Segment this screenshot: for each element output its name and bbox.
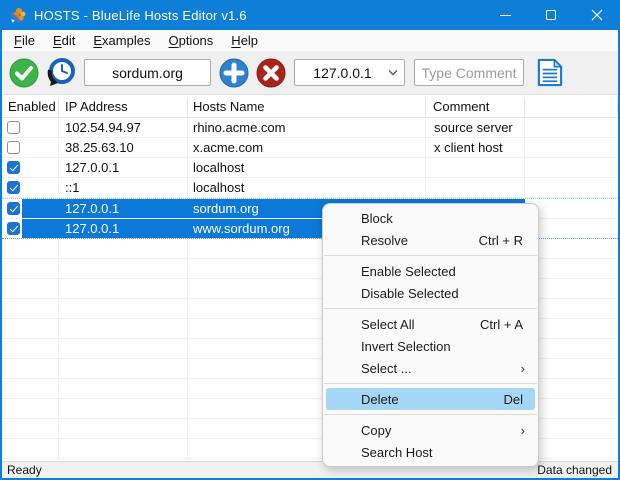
column-header-enabled[interactable]: Enabled [2,98,59,115]
table-header: Enabled IP Address Hosts Name Comment [2,95,618,118]
context-item-block[interactable]: Block [326,207,535,229]
cell-host: localhost [188,158,426,177]
backup-restore-button[interactable] [46,58,76,88]
apply-hosts-button[interactable] [9,58,39,88]
menu-examples[interactable]: Examples [84,31,159,50]
enabled-checkbox[interactable] [7,121,20,134]
context-menu: Block Resolve Ctrl + R Enable Selected D… [322,203,539,467]
cell-ip: 127.0.0.1 [59,158,188,177]
ip-address-select[interactable]: 127.0.0.1 [294,59,405,86]
menu-options[interactable]: Options [159,31,222,50]
menubar: File Edit Examples Options Help [2,30,618,51]
open-hosts-file-button[interactable] [535,58,564,87]
host-name-input[interactable] [84,59,211,86]
history-clock-icon [46,58,76,88]
cell-ip: 127.0.0.1 [59,199,188,218]
cell-host: x.acme.com [188,138,426,157]
context-item-copy[interactable]: Copy › [326,419,535,441]
context-item-disable-selected[interactable]: Disable Selected [326,282,535,304]
app-window: HOSTS - BlueLife Hosts Editor v1.6 File … [0,0,620,480]
column-header-comment[interactable]: Comment [426,98,525,115]
add-plus-icon [219,58,249,88]
red-x-icon [256,58,286,88]
minimize-icon [500,15,511,16]
cell-ip: 127.0.0.1 [59,219,188,238]
delete-entry-button[interactable] [256,58,286,88]
menu-separator [324,383,537,384]
cell-host: localhost [188,178,426,197]
submenu-arrow-icon: › [521,423,525,438]
close-icon [591,9,603,21]
column-header-spacer [525,98,618,115]
chevron-down-icon [388,69,398,76]
enabled-checkbox[interactable] [7,202,20,215]
menu-separator [324,414,537,415]
close-button[interactable] [574,0,620,30]
context-item-invert-selection[interactable]: Invert Selection [326,335,535,357]
column-header-ip[interactable]: IP Address [59,98,188,115]
add-entry-button[interactable] [219,58,249,88]
status-data-changed: Data changed [537,463,618,477]
cell-comment [426,158,525,177]
cell-ip: 102.54.94.97 [59,118,188,137]
minimize-button[interactable] [482,0,528,30]
enabled-checkbox[interactable] [7,222,20,235]
menu-separator [324,255,537,256]
maximize-icon [546,10,556,20]
comment-input[interactable] [414,59,524,86]
table-row[interactable]: ::1 localhost [2,178,618,198]
context-item-search-host[interactable]: Search Host [326,441,535,463]
enabled-checkbox[interactable] [7,181,20,194]
cell-host: rhino.acme.com [188,118,426,137]
table-row[interactable]: 38.25.63.10 x.acme.com x client host [2,138,618,158]
document-icon [535,58,564,87]
app-icon [9,6,27,24]
window-controls [482,0,620,30]
cell-comment [426,178,525,197]
submenu-arrow-icon: › [521,361,525,376]
context-item-enable-selected[interactable]: Enable Selected [326,260,535,282]
maximize-button[interactable] [528,0,574,30]
menu-separator [324,308,537,309]
cell-comment: source server [426,118,525,137]
titlebar: HOSTS - BlueLife Hosts Editor v1.6 [0,0,620,30]
status-ready: Ready [2,463,42,477]
cell-ip: ::1 [59,178,188,197]
menu-file[interactable]: File [5,31,44,50]
window-title: HOSTS - BlueLife Hosts Editor v1.6 [34,8,247,23]
table-row[interactable]: 127.0.0.1 localhost [2,158,618,178]
cell-ip: 38.25.63.10 [59,138,188,157]
column-header-hostsname[interactable]: Hosts Name [188,98,426,115]
toolbar: 127.0.0.1 [2,51,618,95]
context-item-select-all[interactable]: Select All Ctrl + A [326,313,535,335]
green-check-icon [9,58,39,88]
table-row[interactable]: 102.54.94.97 rhino.acme.com source serve… [2,118,618,138]
cell-comment: x client host [426,138,525,157]
enabled-checkbox[interactable] [7,141,20,154]
enabled-checkbox[interactable] [7,161,20,174]
context-item-resolve[interactable]: Resolve Ctrl + R [326,229,535,251]
menu-edit[interactable]: Edit [44,31,84,50]
menu-help[interactable]: Help [222,31,267,50]
context-item-select-more[interactable]: Select ... › [326,357,535,379]
context-item-delete[interactable]: Delete Del [326,388,535,410]
